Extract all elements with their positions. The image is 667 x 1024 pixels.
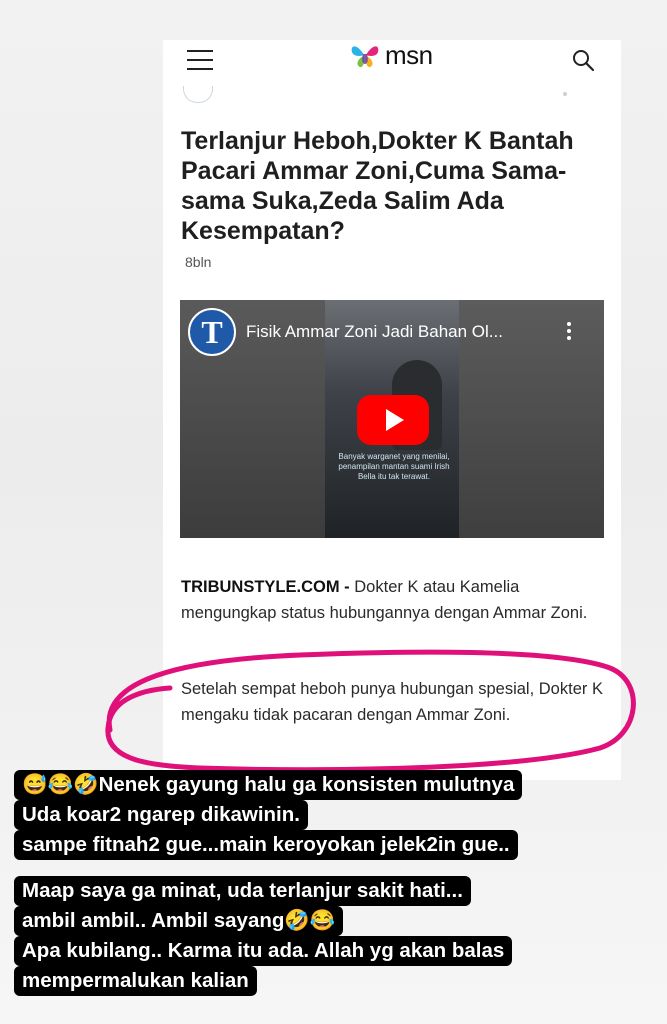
comment-block-2: Maap saya ga minat, uda terlanjur sakit … [14,876,513,996]
comment-line: sampe fitnah2 gue...main keroyokan jelek… [14,830,518,860]
search-icon[interactable] [571,48,597,74]
channel-logo-icon[interactable]: T [188,308,236,356]
video-player[interactable]: Banyak warganet yang menilai, penampilan… [180,300,604,538]
article-age: 8bln [185,254,212,270]
hamburger-menu-icon[interactable] [187,50,213,70]
video-title[interactable]: Fisik Ammar Zoni Jadi Bahan Ol... [246,322,503,342]
comment-line: ambil ambil.. Ambil sayang🤣😂 [14,906,344,936]
article-paragraph-2: Setelah sempat heboh punya hubungan spes… [181,680,603,724]
publisher-avatar-partial [183,86,213,103]
comment-line: 😅😂🤣Nenek gayung halu ga konsisten mulutn… [14,770,523,800]
comment-line: Uda koar2 ngarep dikawinin. [14,800,308,830]
butterfly-icon [351,46,379,68]
logo-text: msn [385,39,433,70]
top-bar: msn [163,40,621,103]
article-headline: Terlanjur Heboh,Dokter K Bantah Pacari A… [181,127,574,245]
video-overlay-caption: Banyak warganet yang menilai, penampilan… [338,452,450,481]
article-card: msn Terlanjur Heboh,Dokter K Bantah Paca… [163,40,621,780]
comment-line: Maap saya ga minat, uda terlanjur sakit … [14,876,471,906]
comment-line: Apa kubilang.. Karma itu ada. Allah yg a… [14,936,513,966]
msn-logo[interactable]: msn [349,40,433,70]
more-options-icon[interactable] [567,322,572,342]
article-paragraph-1: TRIBUNSTYLE.COM - Dokter K atau Kamelia … [181,574,606,626]
comment-line: mempermalukan kalian [14,966,257,996]
source-label: TRIBUNSTYLE.COM - [181,578,350,596]
comment-block-1: 😅😂🤣Nenek gayung halu ga konsisten mulutn… [14,770,523,860]
play-icon [386,409,404,431]
more-dot-icon [563,92,567,96]
play-button[interactable] [357,395,429,445]
